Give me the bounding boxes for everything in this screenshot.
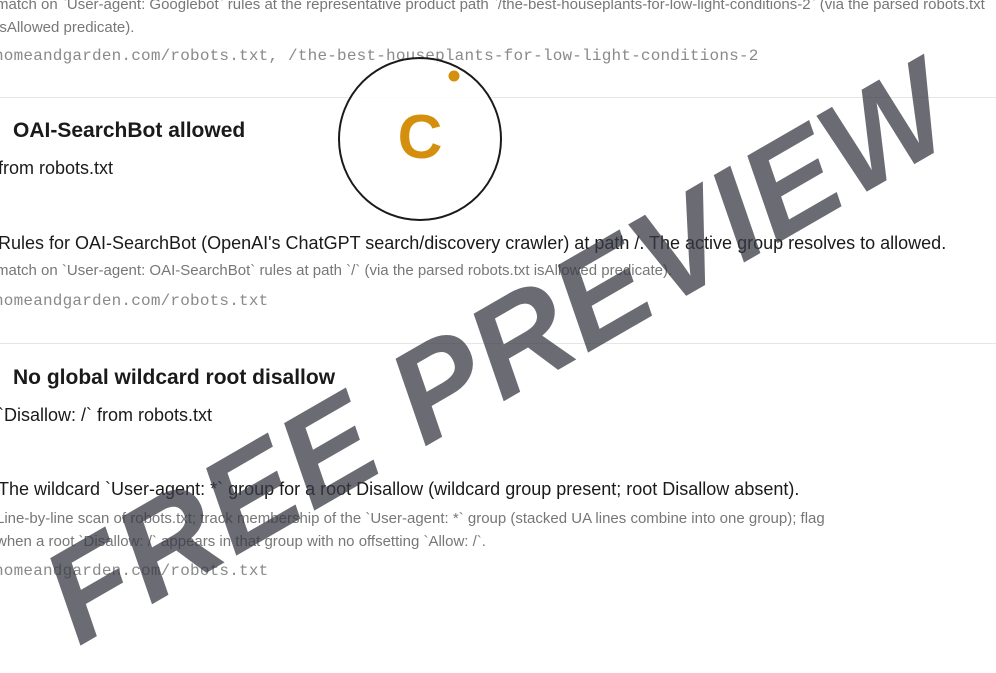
check-finding: Rules for OAI-SearchBot (OpenAI's ChatGP… xyxy=(0,233,947,253)
source-reference: homeandgarden.com/robots.txt xyxy=(0,292,269,310)
method-text: match on `User-agent: Googlebot` rules a… xyxy=(0,0,985,13)
method-text: match on `User-agent: OAI-SearchBot` rul… xyxy=(0,262,673,279)
report-content: match on `User-agent: Googlebot` rules a… xyxy=(0,0,996,593)
method-text: when a root `Disallow: /` appears in tha… xyxy=(0,533,486,550)
source-reference: homeandgarden.com/robots.txt xyxy=(0,562,269,580)
check-subtitle: `Disallow: /` from robots.txt xyxy=(0,405,213,425)
source-reference: homeandgarden.com/robots.txt, /the-best-… xyxy=(0,47,759,65)
section-divider xyxy=(0,97,996,98)
method-text: isAllowed predicate). xyxy=(0,19,135,36)
check-title: No global wildcard root disallow xyxy=(13,366,336,389)
method-text: Line-by-line scan of robots.txt; track m… xyxy=(0,510,825,527)
check-finding: The wildcard `User-agent: *` group for a… xyxy=(0,479,800,499)
section-divider xyxy=(0,343,996,344)
check-title: OAI-SearchBot allowed xyxy=(13,119,246,142)
check-subtitle: from robots.txt xyxy=(0,158,114,178)
